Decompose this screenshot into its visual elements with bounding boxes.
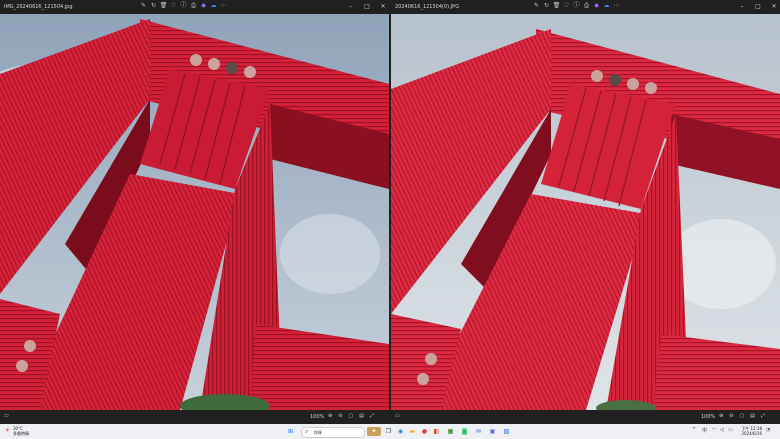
info-icon[interactable]: ⓘ xyxy=(180,2,187,10)
slideshow-icon[interactable]: ▤ xyxy=(359,413,364,419)
photo-canvas[interactable] xyxy=(0,14,389,410)
edge-icon[interactable]: ◉ xyxy=(396,427,405,436)
fit-window-icon[interactable]: ▢ xyxy=(739,413,744,419)
photos-icon[interactable]: ▧ xyxy=(502,427,511,436)
container-sculpture-photo xyxy=(391,14,780,410)
fullscreen-icon[interactable]: ⤢ xyxy=(761,413,765,419)
line-icon[interactable]: ◙ xyxy=(460,427,469,436)
notification-icon[interactable]: ◔ xyxy=(766,427,770,433)
tray-chevron-icon[interactable]: ^ xyxy=(692,427,696,433)
volume-icon[interactable]: ◁ xyxy=(720,427,724,433)
store-icon[interactable]: ▦ xyxy=(446,427,455,436)
mail-icon[interactable]: ✉ xyxy=(474,427,483,436)
copilot-icon[interactable]: ◆ xyxy=(593,2,600,10)
window-title: 20240616_121504(0).JPG xyxy=(395,4,460,10)
favorite-icon[interactable]: ♡ xyxy=(563,2,570,10)
input-method[interactable]: 中 xyxy=(702,427,707,434)
copilot-app-icon[interactable]: ✦ xyxy=(367,427,381,436)
onedrive-icon[interactable]: ☁ xyxy=(603,2,610,10)
weather-desc: 多雲時晴 xyxy=(13,431,29,436)
search-icon: ⌕ xyxy=(305,428,309,435)
photo-toolbar: ✎ ↻ 🗑 ♡ ⓘ ⎙ ◆ ☁ ⋯ xyxy=(533,2,620,10)
minimize-icon[interactable]: – xyxy=(347,2,355,11)
weather-icon: ☀ xyxy=(4,427,11,434)
close-icon[interactable]: ✕ xyxy=(379,2,387,11)
status-bar: ▭ 100% ⊕ ⊖ ▢ ▤ ⤢ xyxy=(0,410,389,424)
edit-image-icon[interactable]: ✎ xyxy=(533,2,540,10)
fullscreen-icon[interactable]: ⤢ xyxy=(370,413,374,419)
zoom-controls: ⊕ ⊖ ▢ ▤ ⤢ xyxy=(719,413,765,419)
close-icon[interactable]: ✕ xyxy=(770,2,778,11)
more-icon[interactable]: ⋯ xyxy=(220,2,227,10)
task-view-icon[interactable]: ❐ xyxy=(384,427,393,436)
zoom-level[interactable]: 100% xyxy=(701,414,715,420)
print-icon[interactable]: ⎙ xyxy=(583,2,590,10)
delete-icon[interactable]: 🗑 xyxy=(160,2,168,10)
rotate-icon[interactable]: ↻ xyxy=(150,2,157,10)
photo-viewer-window-left: IMG_20240616_121504.jpg ✎ ↻ 🗑 ♡ ⓘ ⎙ ◆ ☁ … xyxy=(0,0,389,424)
teams-icon[interactable]: ▣ xyxy=(488,427,497,436)
minimize-icon[interactable]: – xyxy=(738,2,746,11)
filmstrip-icon[interactable]: ▭ xyxy=(4,413,9,419)
chrome-icon[interactable]: ● xyxy=(420,427,429,436)
clock[interactable]: 下午 12:18 2024/6/16 xyxy=(732,426,762,436)
fit-window-icon[interactable]: ▢ xyxy=(348,413,353,419)
photo-viewer-window-right: 20240616_121504(0).JPG ✎ ↻ 🗑 ♡ ⓘ ⎙ ◆ ☁ ⋯… xyxy=(391,0,780,424)
zoom-out-icon[interactable]: ⊖ xyxy=(729,413,733,419)
delete-icon[interactable]: 🗑 xyxy=(553,2,561,10)
favorite-icon[interactable]: ♡ xyxy=(170,2,177,10)
wifi-icon[interactable]: ◠ xyxy=(712,427,716,433)
office-icon[interactable]: ◧ xyxy=(432,427,441,436)
photo-toolbar: ✎ ↻ 🗑 ♡ ⓘ ⎙ ◆ ☁ ⋯ xyxy=(140,2,227,10)
info-icon[interactable]: ⓘ xyxy=(573,2,580,10)
start-icon[interactable]: ⊞ xyxy=(286,427,295,436)
title-bar: 20240616_121504(0).JPG ✎ ↻ 🗑 ♡ ⓘ ⎙ ◆ ☁ ⋯… xyxy=(391,0,780,14)
search-box[interactable]: ⌕ 搜尋 xyxy=(301,427,365,438)
window-controls: – □ ✕ xyxy=(738,2,778,11)
maximize-icon[interactable]: □ xyxy=(754,2,762,11)
edit-image-icon[interactable]: ✎ xyxy=(140,2,147,10)
search-placeholder: 搜尋 xyxy=(314,430,322,435)
print-icon[interactable]: ⎙ xyxy=(190,2,197,10)
zoom-in-icon[interactable]: ⊕ xyxy=(719,413,723,419)
zoom-controls: ⊕ ⊖ ▢ ▤ ⤢ xyxy=(328,413,374,419)
zoom-in-icon[interactable]: ⊕ xyxy=(328,413,332,419)
slideshow-icon[interactable]: ▤ xyxy=(750,413,755,419)
zoom-level[interactable]: 100% xyxy=(310,414,324,420)
copilot-icon[interactable]: ◆ xyxy=(200,2,207,10)
filmstrip-icon[interactable]: ▭ xyxy=(395,413,400,419)
more-icon[interactable]: ⋯ xyxy=(613,2,620,10)
explorer-icon[interactable]: ▬ xyxy=(408,427,417,436)
maximize-icon[interactable]: □ xyxy=(363,2,371,11)
zoom-out-icon[interactable]: ⊖ xyxy=(338,413,342,419)
status-bar: ▭ 100% ⊕ ⊖ ▢ ▤ ⤢ xyxy=(391,410,780,424)
onedrive-icon[interactable]: ☁ xyxy=(210,2,217,10)
taskbar: ☀ 30°C 多雲時晴 ⊞ ⌕ 搜尋 ✦ ❐ ◉ ▬ ● ◧ ▦ ◙ ✉ ▣ ▧… xyxy=(0,424,780,439)
rotate-icon[interactable]: ↻ xyxy=(543,2,550,10)
window-title: IMG_20240616_121504.jpg xyxy=(4,4,73,10)
window-controls: – □ ✕ xyxy=(347,2,387,11)
title-bar: IMG_20240616_121504.jpg ✎ ↻ 🗑 ♡ ⓘ ⎙ ◆ ☁ … xyxy=(0,0,389,14)
photo-canvas[interactable] xyxy=(391,14,780,410)
clock-date: 2024/6/16 xyxy=(741,431,762,436)
container-sculpture-photo xyxy=(0,14,389,410)
